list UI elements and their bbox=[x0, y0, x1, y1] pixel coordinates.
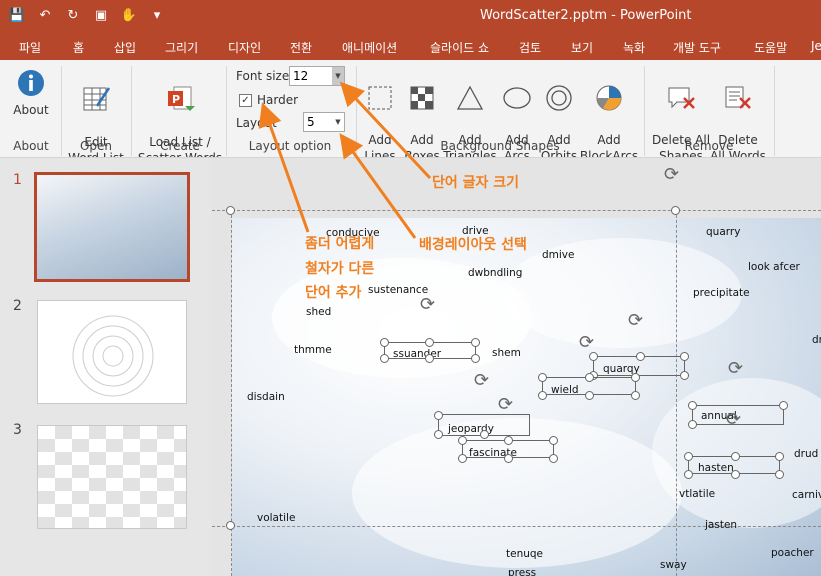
annotation-harder-line: 단어 추가 bbox=[305, 285, 362, 301]
annotation-harder-line: 철자가 다른 bbox=[305, 261, 375, 277]
annotation-arrows bbox=[258, 81, 432, 239]
annotation-harder-line: 좀더 어렵게 bbox=[305, 236, 375, 252]
annotation-layout: 배경레이아웃 선택 bbox=[419, 237, 527, 253]
annotation-font-size: 단어 글자 크기 bbox=[432, 175, 520, 191]
